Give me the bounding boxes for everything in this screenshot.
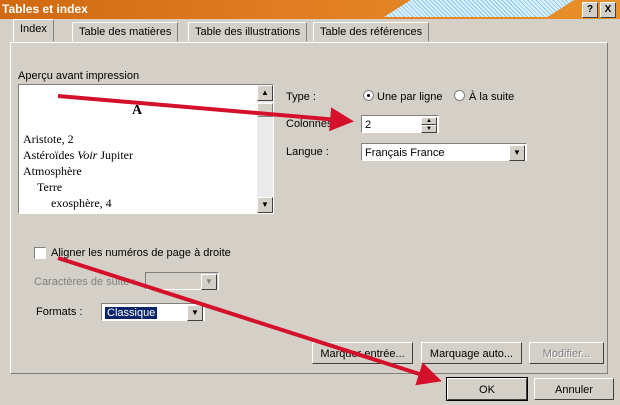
- arrow-to-columns: [57, 94, 354, 132]
- arrow-to-ok: [57, 256, 442, 386]
- tab-index[interactable]: Index: [13, 19, 54, 42]
- annotation-arrows: [57, 94, 442, 386]
